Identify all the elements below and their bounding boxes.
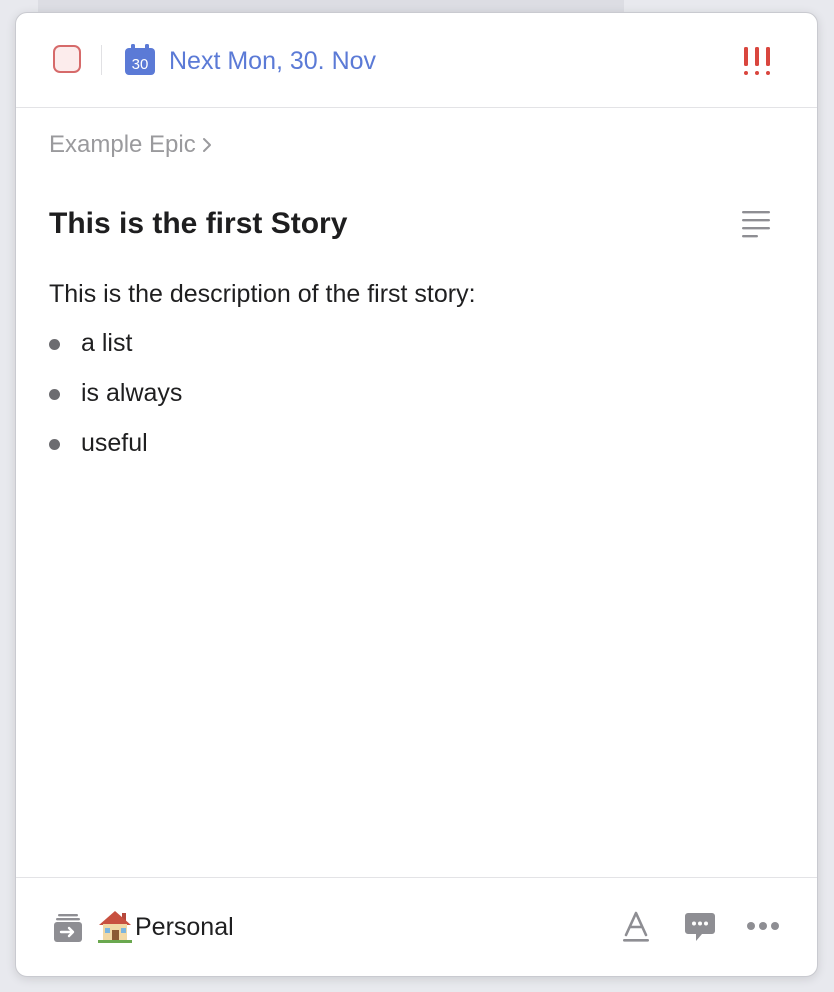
house-icon bbox=[98, 911, 132, 943]
notes-lines-icon[interactable] bbox=[740, 209, 772, 239]
list-item[interactable]: a list bbox=[49, 329, 182, 379]
text-format-icon[interactable] bbox=[622, 911, 650, 943]
move-to-list-icon[interactable] bbox=[53, 913, 83, 943]
description-bullet-list: a list is always useful bbox=[49, 329, 182, 479]
list-name-label[interactable]: Personal bbox=[135, 913, 234, 942]
bullet-dot-icon bbox=[49, 339, 60, 350]
header-divider bbox=[101, 45, 102, 75]
breadcrumb-epic[interactable]: Example Epic bbox=[49, 131, 196, 159]
more-options-icon[interactable] bbox=[746, 920, 780, 932]
story-title[interactable]: This is the first Story bbox=[49, 207, 347, 241]
list-item[interactable]: useful bbox=[49, 429, 182, 479]
task-detail-card: 30 Next Mon, 30. Nov Example Epic This i… bbox=[15, 12, 818, 977]
bullet-dot-icon bbox=[49, 439, 60, 450]
calendar-icon[interactable]: 30 bbox=[125, 44, 155, 75]
background-window-edge bbox=[38, 0, 624, 12]
list-item-text: a list bbox=[81, 329, 133, 357]
list-item[interactable]: is always bbox=[49, 379, 182, 429]
list-item-text: is always bbox=[81, 379, 183, 407]
comment-icon[interactable] bbox=[684, 911, 716, 943]
task-footer-bar: Personal bbox=[16, 877, 817, 976]
due-date-label[interactable]: Next Mon, 30. Nov bbox=[169, 47, 376, 76]
calendar-day-number: 30 bbox=[132, 56, 149, 73]
chevron-right-icon bbox=[202, 138, 211, 152]
priority-high-icon[interactable] bbox=[740, 45, 774, 77]
list-item-text: useful bbox=[81, 429, 148, 457]
story-description[interactable]: This is the description of the first sto… bbox=[49, 280, 476, 309]
complete-checkbox[interactable] bbox=[53, 45, 81, 73]
bullet-dot-icon bbox=[49, 389, 60, 400]
task-header-bar: 30 Next Mon, 30. Nov bbox=[16, 13, 817, 108]
breadcrumb[interactable]: Example Epic bbox=[49, 131, 212, 159]
